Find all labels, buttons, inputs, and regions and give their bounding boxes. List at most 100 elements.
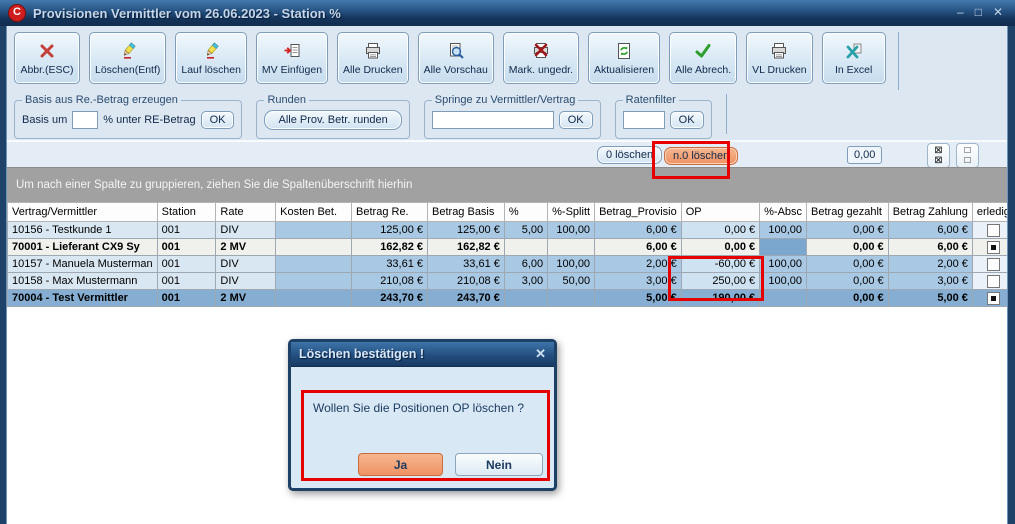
toolbar-button-mv-einfügen[interactable]: MV Einfügen — [256, 32, 328, 84]
cell: 100,00 — [548, 222, 595, 239]
ja-button[interactable]: Ja — [358, 453, 443, 476]
group-by-bar[interactable]: Um nach einer Spalte zu gruppieren, zieh… — [6, 167, 1008, 202]
toolbar-button-label: MV Einfügen — [262, 64, 322, 76]
toolbar-button-label: Alle Vorschau — [424, 64, 488, 76]
cell: DIV — [216, 273, 276, 290]
column-header-betrag-provisio[interactable]: Betrag_Provisio — [595, 203, 682, 222]
toolbar-button-abbr-esc-[interactable]: Abbr.(ESC) — [14, 32, 80, 84]
cell: 50,00 — [548, 273, 595, 290]
column-header-kosten-bet-[interactable]: Kosten Bet. — [276, 203, 352, 222]
column-header-rate[interactable]: Rate — [216, 203, 276, 222]
cell: 243,70 € — [428, 290, 505, 307]
toolbar-button-alle-drucken[interactable]: Alle Drucken — [337, 32, 409, 84]
cell: 3,00 € — [888, 273, 972, 290]
table-row[interactable]: 10156 - Testkunde 1001DIV125,00 €125,00 … — [8, 222, 1015, 239]
cell: 6,00 € — [595, 222, 682, 239]
zero-loeschen-button[interactable]: 0 löschen — [597, 146, 662, 164]
springe-input[interactable] — [432, 111, 554, 129]
column-header-%-absc[interactable]: %-Absc — [760, 203, 807, 222]
erledigt-checkbox[interactable] — [987, 241, 1000, 254]
cell: 10158 - Max Mustermann — [8, 273, 158, 290]
table-row[interactable]: 10157 - Manuela Musterman001DIV33,61 €33… — [8, 256, 1015, 273]
minimize-icon[interactable]: – — [957, 5, 964, 19]
column-header-op[interactable]: OP — [681, 203, 759, 222]
column-header-betrag-gezahlt[interactable]: Betrag gezahlt — [807, 203, 889, 222]
runden-group: Runden Alle Prov. Betr. runden — [256, 94, 409, 139]
cell: 001 — [157, 273, 216, 290]
column-header-%[interactable]: % — [504, 203, 547, 222]
cell: 2 MV — [216, 239, 276, 256]
ratenfilter-input[interactable] — [623, 111, 665, 129]
divider — [898, 32, 899, 90]
maximize-icon[interactable]: □ — [975, 5, 982, 19]
alle-prov-runden-button[interactable]: Alle Prov. Betr. runden — [264, 110, 401, 130]
cell: 10157 - Manuela Musterman — [8, 256, 158, 273]
window-border-right — [1007, 26, 1015, 524]
cell: 6,00 € — [595, 239, 682, 256]
cell — [548, 239, 595, 256]
springe-group: Springe zu Vermittler/Vertrag OK — [424, 94, 601, 139]
unter-re-betrag-label: % unter RE-Betrag — [103, 114, 195, 126]
cell — [276, 222, 352, 239]
cell — [760, 239, 807, 256]
cell — [504, 239, 547, 256]
column-header-station[interactable]: Station — [157, 203, 216, 222]
toolbar-button-label: Löschen(Entf) — [95, 64, 160, 76]
toolbar-button-lauf-löschen[interactable]: Lauf löschen — [175, 32, 247, 84]
table-row[interactable]: 70004 - Test Vermittler0012 MV243,70 €24… — [8, 290, 1015, 307]
column-header-betrag-zahlung[interactable]: Betrag Zahlung — [888, 203, 972, 222]
provision-table: Vertrag/VermittlerStationRateKosten Bet.… — [7, 202, 1015, 307]
erledigt-checkbox[interactable] — [987, 258, 1000, 271]
dialog-message: Wollen Sie die Positionen OP löschen ? — [313, 401, 524, 415]
cell: 2,00 € — [888, 256, 972, 273]
toolbar-button-label: Alle Abrech. — [675, 64, 731, 76]
toolbar-button-alle-abrech-[interactable]: Alle Abrech. — [669, 32, 737, 84]
toolbar-button-löschen-entf-[interactable]: Löschen(Entf) — [89, 32, 166, 84]
cell: 100,00 — [760, 222, 807, 239]
cell: 100,00 — [760, 256, 807, 273]
erledigt-checkbox[interactable] — [987, 292, 1000, 305]
toolbar-button-aktualisieren[interactable]: Aktualisieren — [588, 32, 660, 84]
column-header-vertrag-vermittler[interactable]: Vertrag/Vermittler — [8, 203, 158, 222]
basis-percent-input[interactable] — [72, 111, 98, 129]
toolbar-button-label: Aktualisieren — [594, 64, 654, 76]
deselect-all-checkbox-icon[interactable]: □□ — [956, 143, 979, 168]
cell — [760, 290, 807, 307]
table-row[interactable]: 10158 - Max Mustermann001DIV210,08 €210,… — [8, 273, 1015, 290]
toolbar: Abbr.(ESC) Löschen(Entf) Lauf löschen MV Ei… — [6, 26, 1008, 92]
table-row[interactable]: 70001 - Lieferant CX9 Sy0012 MV162,82 €1… — [8, 239, 1015, 256]
ratenfilter-ok-button[interactable]: OK — [670, 111, 704, 129]
erledigt-checkbox[interactable] — [987, 275, 1000, 288]
column-header-betrag-basis[interactable]: Betrag Basis — [428, 203, 505, 222]
cell: 210,08 € — [352, 273, 428, 290]
nein-button[interactable]: Nein — [455, 453, 543, 476]
toolbar-button-mark-ungedr-[interactable]: Mark. ungedr. — [503, 32, 579, 84]
cell: 001 — [157, 290, 216, 307]
basis-ok-button[interactable]: OK — [201, 111, 235, 129]
cancel-x-icon — [38, 40, 56, 62]
window-title: Provisionen Vermittler vom 26.06.2023 - … — [33, 6, 341, 21]
close-icon[interactable]: ✕ — [993, 5, 1003, 19]
n-zero-loeschen-button[interactable]: n.0 löschen — [664, 147, 738, 165]
column-header-%-splitt[interactable]: %-Splitt — [548, 203, 595, 222]
printer-icon — [364, 40, 382, 62]
erledigt-checkbox[interactable] — [987, 224, 1000, 237]
column-header-betrag-re-[interactable]: Betrag Re. — [352, 203, 428, 222]
filter-row: Basis aus Re.-Betrag erzeugen Basis um %… — [6, 92, 1008, 140]
toolbar-button-alle-vorschau[interactable]: Alle Vorschau — [418, 32, 494, 84]
cell: 125,00 € — [428, 222, 505, 239]
printer-cancel-icon — [532, 40, 550, 62]
select-all-checkbox-icon[interactable]: ⊠⊠ — [927, 143, 950, 168]
window-border-left — [0, 26, 7, 524]
toolbar-button-vl-drucken[interactable]: VL Drucken — [746, 32, 812, 84]
cell — [504, 290, 547, 307]
toolbar-button-label: Mark. ungedr. — [509, 64, 573, 76]
springe-ok-button[interactable]: OK — [559, 111, 593, 129]
app-logo-icon: C — [8, 4, 26, 22]
dialog-close-icon[interactable]: ✕ — [535, 346, 546, 362]
cell: 0,00 € — [807, 273, 889, 290]
runden-group-legend: Runden — [264, 94, 309, 106]
cell: 190,00 € — [681, 290, 759, 307]
basis-group-legend: Basis aus Re.-Betrag erzeugen — [22, 94, 181, 106]
toolbar-button-in-excel[interactable]: In Excel — [822, 32, 886, 84]
